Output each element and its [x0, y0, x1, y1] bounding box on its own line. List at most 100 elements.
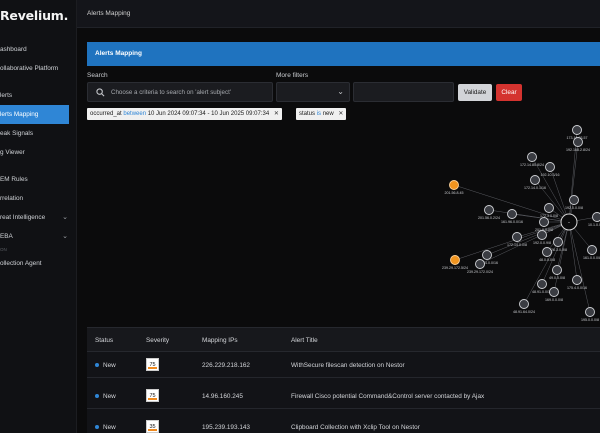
graph-node[interactable]: [530, 175, 540, 185]
graph-edge: [568, 221, 591, 313]
sidebar-nav: ashboard ollaborative Platform lerts ler…: [0, 40, 77, 273]
ip-network-graph[interactable]: -173.16.93.57192.168.2.8/24172.14.85.8/2…: [87, 122, 600, 327]
status-dot: [95, 425, 99, 429]
sidebar-item-alerts-mapping[interactable]: lerts Mapping: [0, 105, 69, 124]
sidebar-item-correlation[interactable]: rrelation: [0, 189, 77, 208]
graph-node-label: 195.0.0.0/8: [581, 318, 599, 322]
status-text: New: [103, 393, 116, 400]
graph-node[interactable]: [553, 237, 563, 247]
filter-chip-occurred-at[interactable]: occurred_at between 10 Jun 2024 09:07:34…: [87, 108, 282, 120]
column-header-severity[interactable]: Severity: [146, 337, 169, 344]
status-dot: [95, 394, 99, 398]
graph-node[interactable]: [585, 307, 595, 317]
sidebar-item-collection-agent[interactable]: ollection Agent: [0, 254, 77, 273]
close-icon[interactable]: ✕: [338, 111, 343, 117]
graph-node[interactable]: [475, 259, 485, 269]
graph-node[interactable]: [542, 247, 552, 257]
close-icon[interactable]: ✕: [274, 111, 279, 117]
sidebar-item-label: EBA: [0, 233, 13, 240]
graph-node-label: 172.14.85.8/24: [520, 163, 544, 167]
page-title: Alerts Mapping: [87, 10, 131, 17]
more-filters-label: More filters: [276, 72, 309, 79]
mapping-ip: 226.229.218.162: [202, 362, 250, 369]
validate-button[interactable]: Validate: [458, 84, 492, 101]
alert-title[interactable]: Clipboard Collection with Xclip Tool on …: [291, 424, 420, 431]
sidebar-item-threat-intelligence[interactable]: reat Intelligence ⌄: [0, 208, 77, 227]
sidebar-item-log-viewer[interactable]: g Viewer: [0, 143, 77, 162]
graph-node[interactable]: [545, 162, 555, 172]
graph-node-label: 192.168.2.8/24: [566, 148, 590, 152]
table-row[interactable]: New 75 14.96.160.245 Firewall Cisco pote…: [87, 383, 600, 409]
sidebar-item-label: ollaborative Platform: [0, 65, 59, 72]
panel-title: Alerts Mapping: [95, 50, 142, 57]
sidebar-section-label: [0, 162, 77, 170]
table-row[interactable]: New 35 195.239.193.143 Clipboard Collect…: [87, 414, 600, 433]
graph-node-label: 169.0.0.0/8: [545, 298, 563, 302]
graph-node[interactable]: [572, 125, 582, 135]
graph-node-label: 201.56.0.2/24: [478, 216, 500, 220]
app-logo[interactable]: Revelium.: [0, 8, 68, 23]
sidebar: Revelium. ashboard ollaborative Platform…: [0, 0, 77, 433]
graph-node[interactable]: [549, 287, 559, 297]
graph-node-label: 10.1.0.0/16: [588, 223, 600, 227]
sidebar-item-label: ashboard: [0, 46, 27, 53]
graph-node-label: 161.96.0.0/16: [501, 220, 523, 224]
panel-header: Alerts Mapping: [87, 42, 600, 66]
graph-node-label: 48.91.0.0/16: [532, 290, 552, 294]
graph-node-label: 175.4.0.0/16: [567, 286, 587, 290]
chevron-down-icon: ⌄: [62, 214, 68, 221]
sidebar-item-collaborative-platform[interactable]: ollaborative Platform: [0, 59, 77, 78]
graph-node[interactable]: [552, 265, 562, 275]
graph-node[interactable]: [512, 232, 522, 242]
graph-node[interactable]: [507, 209, 517, 219]
search-input[interactable]: Choose a criteria to search on 'alert su…: [87, 82, 273, 102]
graph-node[interactable]: [544, 203, 554, 213]
graph-node[interactable]: [592, 212, 600, 222]
chip-operator: between: [123, 111, 147, 117]
filter-field-select[interactable]: ⌄: [276, 82, 350, 102]
top-bar: Alerts Mapping: [77, 0, 600, 28]
graph-node[interactable]: [537, 230, 547, 240]
severity-badge: 75: [146, 358, 159, 371]
column-header-mapping-ips[interactable]: Mapping IPs: [202, 337, 238, 344]
sidebar-item-weak-signals[interactable]: eak Signals: [0, 124, 77, 143]
graph-node-label: 172.14.0.0/8: [507, 243, 527, 247]
graph-node[interactable]: [450, 255, 460, 265]
graph-node-label: 161.0.0.0/8: [583, 256, 600, 260]
sidebar-item-label: g Viewer: [0, 149, 25, 156]
filter-chip-status[interactable]: status is new ✕: [296, 108, 347, 120]
graph-node-label: 49.0.0.0/8: [549, 276, 565, 280]
table-row[interactable]: New 75 226.229.218.162 WithSecure filesc…: [87, 352, 600, 378]
graph-node[interactable]: [537, 279, 547, 289]
sidebar-item-siem-rules[interactable]: EM Rules: [0, 170, 77, 189]
graph-node[interactable]: [482, 250, 492, 260]
chip-field: occurred_at: [90, 111, 122, 117]
chip-operator: is: [316, 111, 322, 117]
graph-node[interactable]: [569, 195, 579, 205]
sidebar-item-ueba[interactable]: EBA ⌄: [0, 227, 77, 246]
column-header-status[interactable]: Status: [95, 337, 113, 344]
clear-button[interactable]: Clear: [496, 84, 522, 101]
graph-node[interactable]: [587, 245, 597, 255]
sidebar-item-label: lerts Mapping: [0, 111, 39, 118]
sidebar-item-alerts[interactable]: lerts: [0, 86, 77, 105]
search-label: Search: [87, 72, 108, 79]
graph-node[interactable]: [539, 217, 549, 227]
graph-node[interactable]: [449, 180, 459, 190]
graph-node[interactable]: [572, 275, 582, 285]
alert-title[interactable]: WithSecure filescan detection on Nestor: [291, 362, 405, 369]
filter-value-input[interactable]: [353, 82, 454, 102]
graph-node[interactable]: [573, 137, 583, 147]
graph-node-label: 192.10.3/16: [541, 173, 560, 177]
search-placeholder: Choose a criteria to search on 'alert su…: [111, 89, 231, 96]
chevron-down-icon: ⌄: [337, 87, 344, 96]
graph-node[interactable]: [519, 299, 529, 309]
table-header: Status Severity Mapping IPs Alert Title: [87, 327, 600, 352]
alert-title[interactable]: Firewall Cisco potential Command&Control…: [291, 393, 484, 400]
status-dot: [95, 363, 99, 367]
sidebar-item-dashboard[interactable]: ashboard: [0, 40, 77, 59]
column-header-alert-title[interactable]: Alert Title: [291, 337, 318, 344]
graph-node[interactable]: [484, 205, 494, 215]
graph-node[interactable]: [527, 152, 537, 162]
severity-badge: 35: [146, 420, 159, 433]
